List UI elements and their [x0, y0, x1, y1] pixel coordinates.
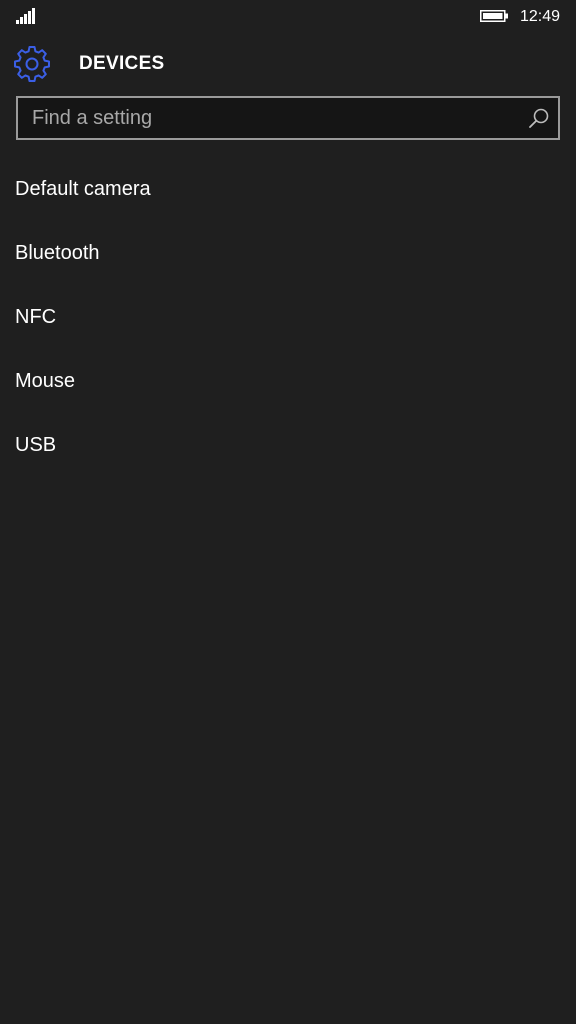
settings-item-label: Default camera — [15, 178, 151, 200]
status-bar: 12:49 — [0, 0, 576, 34]
battery-icon — [480, 10, 508, 22]
search-input[interactable] — [18, 98, 518, 138]
settings-item-label: Mouse — [15, 370, 76, 392]
settings-item-default-camera[interactable]: Default camera — [0, 157, 576, 221]
page-title: DEVICES — [79, 53, 165, 74]
gear-icon — [14, 46, 50, 82]
settings-item-label: Bluetooth — [15, 242, 100, 264]
search-icon[interactable] — [528, 107, 550, 129]
settings-item-usb[interactable]: USB — [0, 413, 576, 477]
status-time: 12:49 — [520, 8, 561, 25]
settings-item-bluetooth[interactable]: Bluetooth — [0, 221, 576, 285]
search-box[interactable] — [16, 96, 560, 140]
settings-item-label: USB — [15, 434, 57, 456]
settings-item-label: NFC — [15, 306, 57, 328]
settings-item-mouse[interactable]: Mouse — [0, 349, 576, 413]
settings-item-nfc[interactable]: NFC — [0, 285, 576, 349]
settings-list: Default camera Bluetooth NFC Mouse USB — [0, 157, 576, 477]
signal-icon — [16, 8, 38, 24]
page-header: DEVICES — [0, 42, 576, 88]
